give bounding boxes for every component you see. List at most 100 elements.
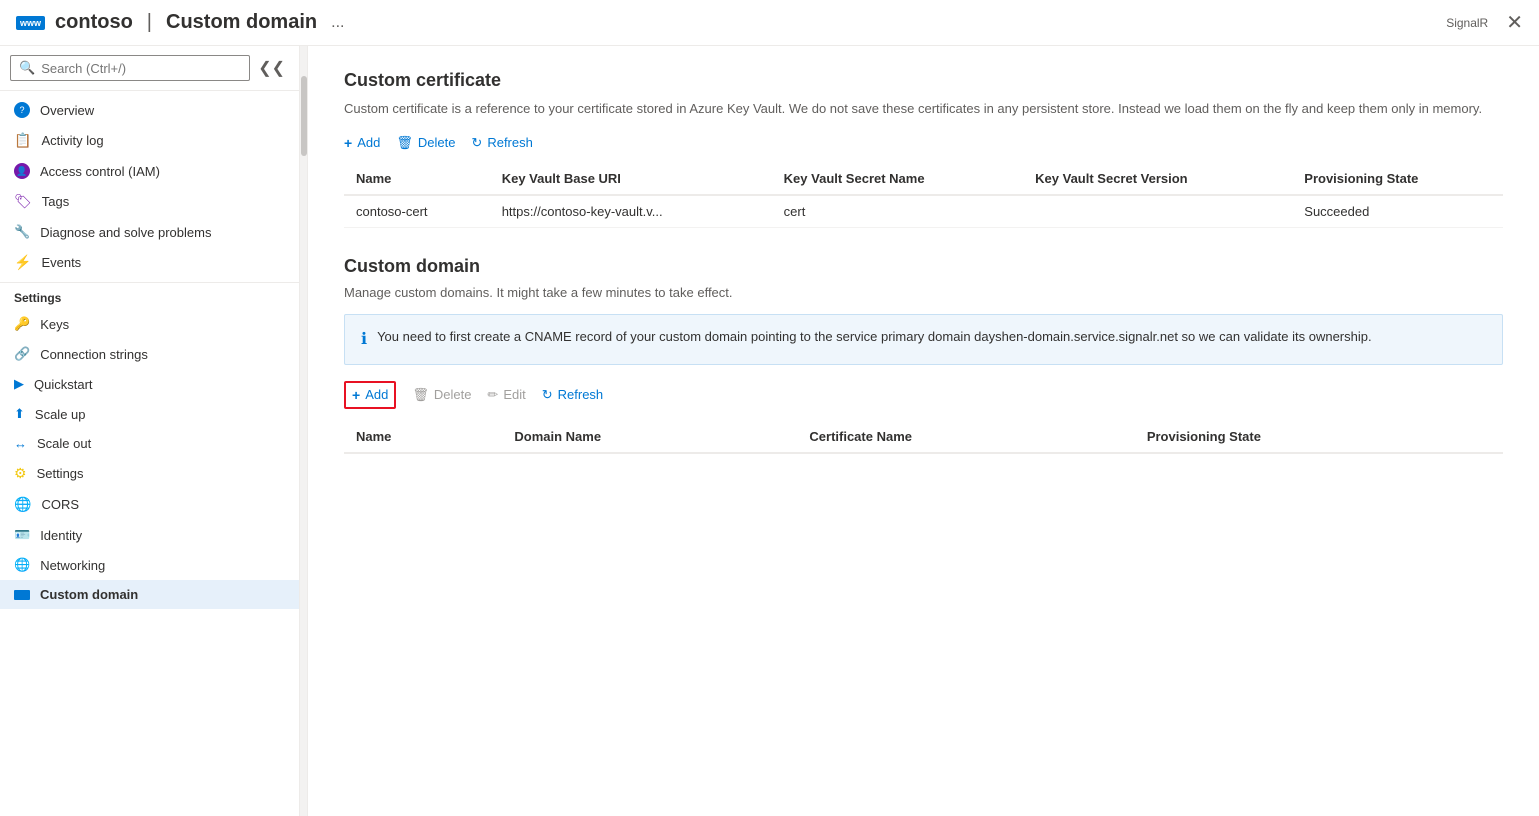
search-input[interactable] [41,61,241,76]
sidebar-item-access-control[interactable]: 👤 Access control (IAM) [0,156,299,186]
title-ellipsis[interactable]: ... [331,14,344,32]
cert-refresh-label: Refresh [487,135,533,150]
sidebar-item-connection-strings[interactable]: 🔗 Connection strings [0,339,299,369]
keys-icon: 🔑 [14,316,30,332]
quickstart-icon: ▶ [14,376,24,392]
domain-edit-button[interactable]: ✏ Edit [487,387,525,403]
sidebar-item-scale-up[interactable]: ⬆ Scale up [0,399,299,429]
domain-col-cert-name: Certificate Name [797,421,1134,453]
cert-col-secret-name: Key Vault Secret Name [772,163,1023,195]
info-banner: ℹ You need to first create a CNAME recor… [344,314,1503,365]
cert-add-button[interactable]: + Add [344,135,380,151]
sidebar-item-label: Scale up [35,407,86,422]
cert-delete-button[interactable]: 🗑 Delete [396,135,455,151]
connection-strings-icon: 🔗 [14,346,30,362]
sidebar-item-label: Scale out [37,436,91,451]
custom-domain-icon [14,590,30,600]
sidebar-item-label: CORS [41,497,79,512]
sidebar-item-label: Networking [40,558,105,573]
sidebar-item-label: Access control (IAM) [40,164,160,179]
cert-refresh-button[interactable]: ↻ Refresh [471,135,532,151]
domain-edit-label: Edit [503,387,525,402]
collapse-sidebar-button[interactable]: ❮❮ [254,54,289,82]
identity-icon: 🪪 [14,527,30,543]
cert-add-label: Add [357,135,380,150]
settings-icon: ⚙ [14,465,27,482]
domain-add-button[interactable]: + Add [348,385,392,405]
sidebar-item-activity-log[interactable]: 📋 Activity log [0,125,299,156]
settings-section-label: Settings [0,282,299,309]
domain-table: Name Domain Name Certificate Name Provis… [344,421,1503,454]
title-bar: www contoso | Custom domain ... SignalR … [0,0,1539,46]
sidebar-item-cors[interactable]: 🌐 CORS [0,489,299,520]
info-icon: ℹ [361,328,367,352]
sidebar-item-keys[interactable]: 🔑 Keys [0,309,299,339]
domain-section-title: Custom domain [344,256,1503,277]
title-resource-name: contoso [55,11,133,34]
add-icon: + [344,135,352,151]
overview-icon: ? [14,102,30,118]
domain-refresh-button[interactable]: ↻ Refresh [542,387,603,403]
domain-col-state: Provisioning State [1135,421,1503,453]
cert-delete-label: Delete [418,135,456,150]
cert-section: Custom certificate Custom certificate is… [344,70,1503,228]
title-icon: www [16,16,45,30]
sidebar-item-label: Diagnose and solve problems [40,225,211,240]
cert-section-desc: Custom certificate is a reference to you… [344,99,1503,119]
domain-refresh-label: Refresh [558,387,604,402]
refresh-icon: ↻ [471,135,482,151]
delete-domain-icon: 🗑 [412,387,429,403]
diagnose-icon: 🔧 [14,224,30,240]
sidebar-item-scale-out[interactable]: ↔ Scale out [0,429,299,458]
content-area: Custom certificate Custom certificate is… [308,46,1539,816]
sidebar-item-diagnose[interactable]: 🔧 Diagnose and solve problems [0,217,299,247]
sidebar-item-tags[interactable]: 🏷 Tags [0,186,299,217]
domain-section-desc: Manage custom domains. It might take a f… [344,285,1503,300]
cert-col-name: Name [344,163,490,195]
cert-col-state: Provisioning State [1292,163,1503,195]
cert-col-secret-version: Key Vault Secret Version [1023,163,1292,195]
cert-table-row[interactable]: contoso-cert https://contoso-key-vault.v… [344,195,1503,228]
cors-icon: 🌐 [14,496,31,513]
close-button[interactable]: ✕ [1506,10,1523,35]
search-icon: 🔍 [19,60,35,76]
domain-toolbar: + Add 🗑 Delete ✏ Edit ↻ Refresh [344,381,1503,409]
add-domain-icon: + [352,387,360,403]
sidebar-item-custom-domain[interactable]: Custom domain [0,580,299,609]
sidebar-item-label: Settings [37,466,84,481]
sidebar-item-events[interactable]: ⚡ Events [0,247,299,278]
sidebar-item-label: Tags [42,194,69,209]
cert-section-title: Custom certificate [344,70,1503,91]
cert-toolbar: + Add 🗑 Delete ↻ Refresh [344,135,1503,151]
title-page-name: Custom domain [166,11,317,34]
cert-row-state: Succeeded [1292,195,1503,228]
sidebar-item-label: Keys [40,317,69,332]
sidebar-item-label: Connection strings [40,347,148,362]
sidebar-item-label: Custom domain [40,587,138,602]
domain-add-label: Add [365,387,388,402]
refresh-domain-icon: ↻ [542,387,553,403]
domain-col-domain-name: Domain Name [502,421,797,453]
sidebar-item-label: Quickstart [34,377,93,392]
domain-delete-label: Delete [434,387,472,402]
info-banner-text: You need to first create a CNAME record … [377,327,1372,347]
networking-icon: 🌐 [14,557,30,573]
sidebar-item-overview[interactable]: ? Overview [0,95,299,125]
sidebar-item-label: Identity [40,528,82,543]
cert-row-secret-name: cert [772,195,1023,228]
sidebar-item-label: Activity log [41,133,103,148]
sidebar-item-networking[interactable]: 🌐 Networking [0,550,299,580]
events-icon: ⚡ [14,254,31,271]
title-resource-type: SignalR [1446,16,1488,30]
sidebar-item-quickstart[interactable]: ▶ Quickstart [0,369,299,399]
sidebar-item-identity[interactable]: 🪪 Identity [0,520,299,550]
scale-up-icon: ⬆ [14,406,25,422]
domain-delete-button[interactable]: 🗑 Delete [412,387,471,403]
sidebar-item-label: Overview [40,103,94,118]
domain-section: Custom domain Manage custom domains. It … [344,256,1503,454]
tags-icon: 🏷 [14,193,32,210]
domain-col-name: Name [344,421,502,453]
edit-icon: ✏ [487,387,498,403]
scale-out-icon: ↔ [14,436,27,451]
sidebar-item-settings[interactable]: ⚙ Settings [0,458,299,489]
